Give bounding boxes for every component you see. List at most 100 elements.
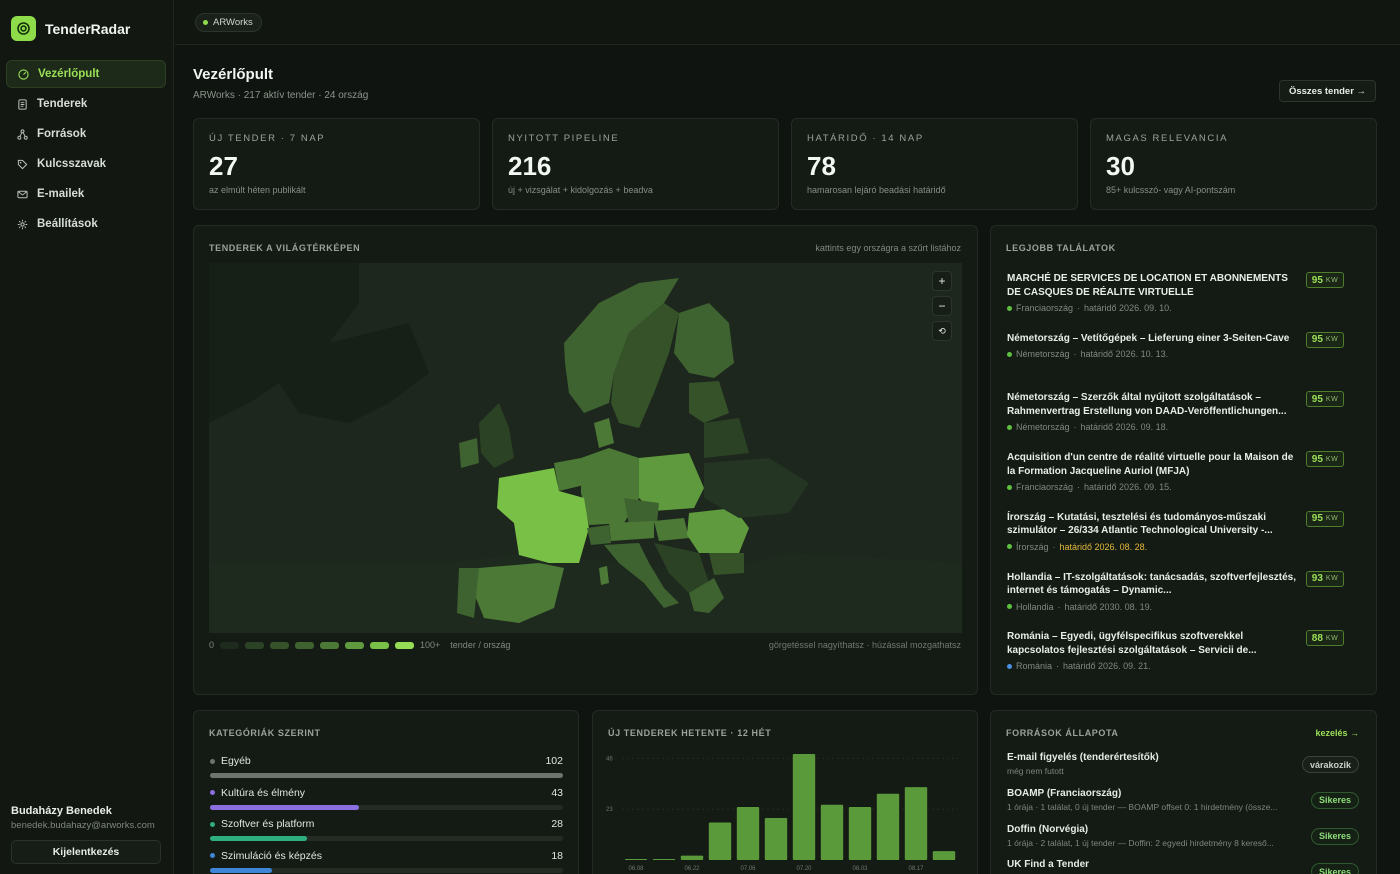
weekly-bar[interactable] [932,851,956,860]
score-badge: 93 KW [1306,570,1344,587]
weekly-bar[interactable] [764,818,788,860]
top-hit-item[interactable]: MARCHÉ DE SERVICES DE LOCATION ET ABONNE… [1007,272,1352,313]
logout-button[interactable]: Kijelentkezés [11,840,161,864]
country-dot [1007,351,1012,357]
stat-card-deadline[interactable]: HATÁRIDŐ · 14 NAP 78 hamarosan lejáró be… [791,118,1078,210]
score-badge: 95 KW [1306,510,1344,527]
weekly-bar[interactable] [708,822,732,860]
weekly-bar[interactable] [904,787,928,860]
source-name: BOAMP (Franciaország) [1007,787,1122,799]
category-row[interactable]: Szoftver és platform 28 [210,818,563,841]
hit-title: Románia – Egyedi, ügyfélspecifikus szoft… [1007,631,1257,656]
source-row[interactable]: UK Find a Tender Sikeres [1007,859,1359,874]
world-map[interactable]: + − ⟲ [209,263,962,633]
map-country-switzerland [587,525,611,545]
brand-name: TenderRadar [45,20,131,37]
mail-icon [17,190,28,198]
map-title: TENDEREK A VILÁGTÉRKÉPEN [209,243,361,253]
hit-country: Románia [1016,661,1053,672]
category-dot [210,758,215,764]
document-icon [18,98,27,110]
sidebar-item-sources[interactable]: Források [6,120,166,148]
category-bar-track [210,773,563,778]
map-legend: 0 100+ tender / ország [209,640,510,650]
hit-deadline: határidő 2026. 08. 28. [1059,541,1148,552]
legend-swatch [295,641,315,649]
sidebar-item-keywords[interactable]: Kulcsszavak [6,150,166,178]
source-status-badge: Sikeres [1310,863,1359,874]
manage-sources-link[interactable]: kezelés → [1315,728,1359,738]
legend-max: 100+ [420,640,441,650]
sidebar-item-label: Kulcsszavak [37,158,107,170]
score-badge: 95 KW [1306,391,1344,408]
all-tenders-button[interactable]: Összes tender → [1279,80,1376,102]
top-hits-title: LEGJOBB TALÁLATOK [1006,243,1116,253]
hit-deadline: határidő 2026. 09. 21. [1063,661,1151,672]
stat-card-relevance[interactable]: MAGAS RELEVANCIA 30 85+ kulcsszó- vagy A… [1090,118,1377,210]
europe-map-svg[interactable] [209,263,962,633]
category-row[interactable]: Kultúra és élmény 43 [210,787,563,810]
hit-meta: Franciaország · határidő 2026. 09. 10. [1007,303,1352,313]
x-tick-label: 08.17 [908,866,924,872]
score-value: 88 [1311,632,1323,644]
country-dot [1007,484,1012,490]
sidebar-item-tenders[interactable]: Tenderek [6,90,166,118]
weekly-bar[interactable] [652,859,676,860]
category-bar-fill [210,773,563,778]
org-switcher[interactable]: ARWorks [195,13,262,32]
weekly-bar[interactable] [792,754,816,860]
hit-country: Hollandia [1016,601,1054,612]
x-tick-label: 07.06 [740,866,756,872]
top-hit-item[interactable]: Acquisition d'un centre de réalité virtu… [1007,451,1352,492]
y-tick-label: 23 [606,807,613,813]
sidebar-item-emails[interactable]: E-mailek [6,180,166,208]
sidebar: TenderRadar Vezérlőpult Tenderek Forráso… [0,0,174,874]
category-row[interactable]: Egyéb 102 [210,755,563,778]
score-kind: KW [1325,276,1339,284]
weekly-bar[interactable] [736,807,760,860]
stat-card-new[interactable]: ÚJ TENDER · 7 NAP 27 az elmúlt héten pub… [193,118,480,210]
source-row[interactable]: Doffin (Norvégia) 1 órája · 2 találat, 1 … [1007,824,1359,848]
stat-card-pipeline[interactable]: NYITOTT PIPELINE 216 új + vizsgálat + ki… [492,118,779,210]
top-hit-item[interactable]: Írország – Kutatási, tesztelési és tudom… [1007,510,1352,552]
categories-card: KATEGÓRIÁK SZERINT Egyéb 102 Kultúra és él… [193,710,579,874]
legend-swatch [270,641,290,649]
source-row[interactable]: E-mail figyelés (tenderértesítők) még nem… [1007,752,1359,776]
category-header: Szoftver és platform 28 [210,818,563,830]
stat-label: MAGAS RELEVANCIA [1106,133,1229,144]
weekly-bar[interactable] [624,859,648,860]
reset-view-button[interactable]: ⟲ [932,321,952,341]
y-tick-label: 46 [606,756,613,762]
category-row[interactable]: Szimuláció és képzés 18 [210,850,563,873]
hit-country: Írország [1016,541,1049,552]
score-value: 95 [1311,513,1323,525]
hit-meta: Írország · határidő 2026. 08. 28. [1007,542,1352,552]
category-name: Szoftver és platform [221,818,315,830]
source-row[interactable]: BOAMP (Franciaország) 1 órája · 1 találat… [1007,788,1359,812]
sidebar-item-label: Beállítások [37,218,98,230]
stat-desc: az elmúlt héten publikált [209,185,306,195]
zoom-out-button[interactable]: − [932,296,952,316]
legend-swatch [220,641,240,649]
category-label-wrap: Egyéb [210,755,251,767]
radar-logo-icon [11,16,36,41]
hit-separator: · [1077,482,1081,493]
top-hit-item[interactable]: Németország – Vetítőgépek – Lieferung ei… [1007,331,1352,359]
sidebar-item-settings[interactable]: Beállítások [6,210,166,238]
top-hit-item[interactable]: Hollandia – IT-szolgáltatások: tanácsadá… [1007,570,1352,612]
top-hit-item[interactable]: Románia – Egyedi, ügyfélspecifikus szoft… [1007,630,1352,671]
top-hit-item[interactable]: Németország – Szerzők által nyújtott szo… [1007,391,1352,432]
legend-swatch [395,641,415,649]
brand[interactable]: TenderRadar [11,16,130,41]
zoom-in-button[interactable]: + [932,271,952,291]
weekly-bar[interactable] [680,855,704,860]
weekly-bar[interactable] [876,793,900,860]
hit-deadline: határidő 2030. 08. 19. [1064,601,1153,612]
category-dot [210,790,215,795]
category-name: Kultúra és élmény [221,786,306,799]
sidebar-item-dashboard[interactable]: Vezérlőpult [6,60,166,88]
map-country-ireland [459,438,479,468]
weekly-bar[interactable] [848,807,872,860]
category-count: 28 [551,818,563,830]
weekly-bar[interactable] [820,804,844,860]
